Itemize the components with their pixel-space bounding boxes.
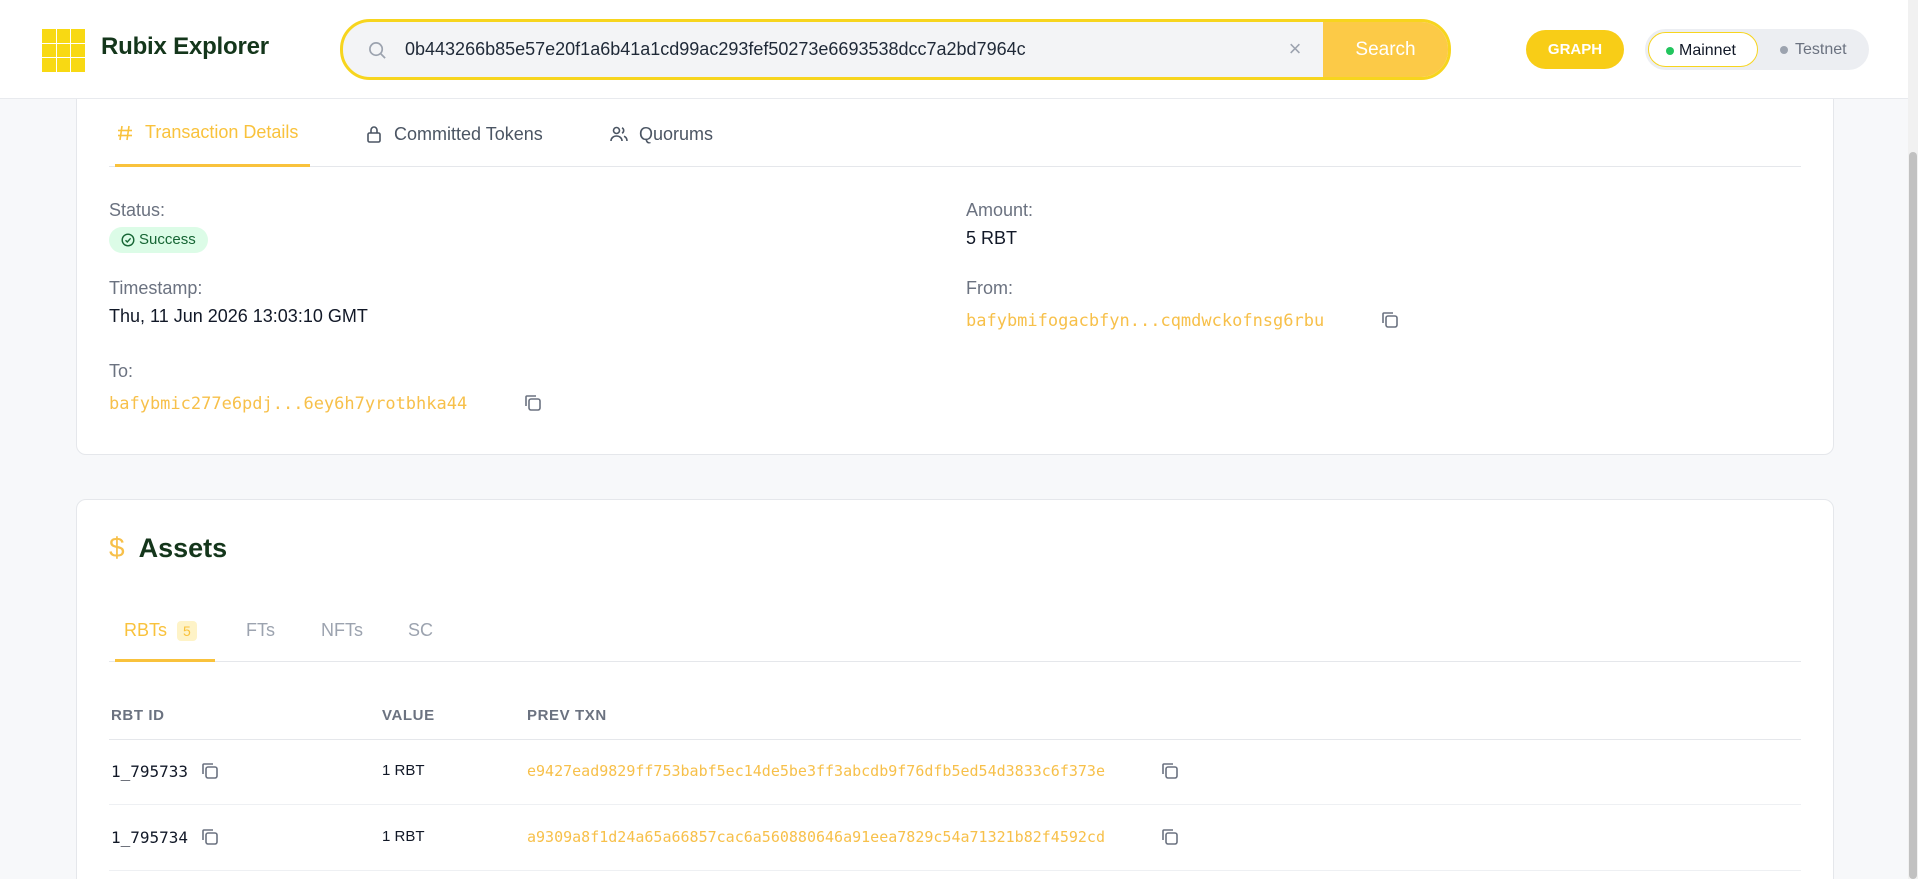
to-address-link[interactable]: bafybmic277e6pdj...6ey6h7yrotbhka44 — [109, 394, 467, 414]
table-row: 1_795734 1 RBT a9309a8f1d24a65a66857cac6… — [109, 806, 1801, 871]
tab-label: Transaction Details — [145, 122, 299, 142]
timestamp-value: Thu, 11 Jun 2026 13:03:10 GMT — [109, 306, 368, 326]
users-icon — [610, 126, 628, 142]
check-circle-icon — [121, 233, 135, 247]
assets-title: Assets — [138, 532, 228, 563]
scrollbar-thumb[interactable] — [1909, 152, 1917, 879]
dollar-icon: $ — [109, 532, 125, 563]
column-header-value: VALUE — [382, 707, 435, 724]
tab-transaction-details[interactable]: Transaction Details — [115, 101, 310, 167]
status-badge: Success — [109, 227, 208, 253]
copy-icon[interactable] — [199, 760, 221, 782]
column-header-rbt-id: RBT ID — [111, 707, 165, 724]
testnet-option[interactable]: Testnet — [1773, 32, 1863, 67]
tab-fts[interactable]: FTs — [246, 598, 275, 662]
search-button[interactable]: Search — [1323, 22, 1448, 77]
column-header-prev-txn: PREV TXN — [527, 707, 607, 724]
copy-icon[interactable] — [1159, 826, 1181, 848]
tab-label: Quorums — [639, 123, 714, 144]
from-label: From: — [966, 278, 1013, 298]
top-header: Rubix Explorer × Search GRAPH Mainnet Te… — [0, 0, 1908, 99]
tab-label: RBTs — [124, 620, 168, 640]
clear-search-button[interactable]: × — [1280, 34, 1310, 64]
assets-card: $ Assets RBTs 5 FTs NFTs SC RBT ID VALUE … — [76, 499, 1834, 879]
mainnet-status-dot — [1666, 47, 1674, 55]
tab-label: FTs — [246, 620, 275, 640]
lock-icon — [367, 126, 381, 143]
copy-icon[interactable] — [522, 392, 544, 414]
mainnet-label: Mainnet — [1679, 42, 1736, 59]
amount-label: Amount: — [966, 200, 1034, 220]
copy-icon[interactable] — [1379, 309, 1401, 331]
prev-txn-link[interactable]: e9427ead9829ff753babf5ec14de5be3ff3abcdb… — [527, 762, 1105, 780]
tab-label: Committed Tokens — [394, 123, 543, 144]
value-cell: 1 RBT — [382, 828, 425, 845]
search-icon — [369, 42, 386, 59]
table-row: 1_795733 1 RBT e9427ead9829ff753babf5ec1… — [109, 740, 1801, 805]
hash-icon — [118, 125, 132, 140]
copy-icon[interactable] — [1159, 760, 1181, 782]
asset-tabs: RBTs 5 FTs NFTs SC — [109, 598, 1801, 662]
amount-value: 5 RBT — [966, 228, 1018, 248]
to-label: To: — [109, 361, 134, 381]
tab-committed-tokens[interactable]: Committed Tokens — [364, 101, 543, 167]
rbt-id-cell: 1_795734 — [111, 828, 189, 847]
tab-rbts[interactable]: RBTs 5 — [115, 598, 215, 662]
from-address-link[interactable]: bafybmifogacbfyn...cqmdwckofnsg6rbu — [966, 311, 1324, 331]
graph-button[interactable]: GRAPH — [1526, 30, 1624, 69]
value-cell: 1 RBT — [382, 762, 425, 779]
status-value: Success — [139, 231, 196, 248]
assets-heading: $ Assets — [109, 532, 227, 564]
mainnet-option[interactable]: Mainnet — [1648, 32, 1758, 67]
timestamp-label: Timestamp: — [109, 278, 203, 298]
page-scrollbar[interactable] — [1908, 0, 1918, 879]
search-bar: × Search — [340, 19, 1451, 80]
network-toggle: Mainnet Testnet — [1645, 29, 1869, 70]
status-label: Status: — [109, 200, 166, 220]
testnet-label: Testnet — [1795, 41, 1847, 58]
transaction-tabs: Transaction Details Committed Tokens Quo… — [109, 101, 1801, 167]
prev-txn-link[interactable]: a9309a8f1d24a65a66857cac6a560880646a91ee… — [527, 828, 1105, 846]
app-title: Rubix Explorer — [101, 33, 269, 60]
copy-icon[interactable] — [199, 826, 221, 848]
rbt-id-cell: 1_795733 — [111, 762, 189, 781]
count-badge: 5 — [177, 621, 197, 642]
logo-icon — [42, 29, 85, 72]
testnet-status-dot — [1780, 46, 1788, 54]
transaction-card: Transaction Details Committed Tokens Quo… — [76, 60, 1834, 455]
tab-label: SC — [408, 620, 434, 640]
tab-label: NFTs — [321, 620, 363, 640]
search-input[interactable] — [405, 22, 1285, 77]
tab-quorums[interactable]: Quorums — [609, 101, 713, 167]
tab-sc[interactable]: SC — [408, 598, 433, 662]
tab-nfts[interactable]: NFTs — [321, 598, 363, 662]
